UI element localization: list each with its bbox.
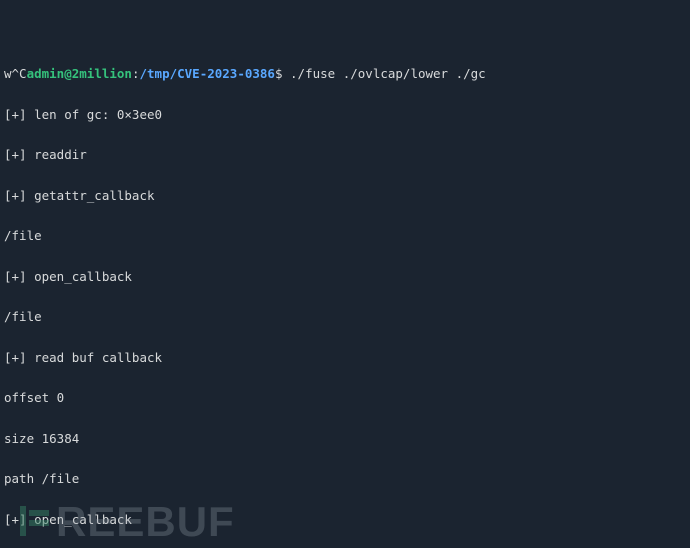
output-line: /file: [4, 229, 686, 243]
output-line: [+] open_callback: [4, 270, 686, 284]
pre-text: w^C: [4, 66, 27, 81]
prompt-symbol: $: [275, 66, 283, 81]
command-text: [283, 66, 291, 81]
prompt-path: /tmp/CVE-2023-0386: [140, 66, 275, 81]
command-text: ./fuse ./ovlcap/lower ./gc: [290, 66, 486, 81]
prompt-user: admin: [27, 66, 65, 81]
output-line: offset 0: [4, 391, 686, 405]
output-line: [+] getattr_callback: [4, 189, 686, 203]
output-line: path /file: [4, 472, 686, 486]
output-line: [+] len of gc: 0×3ee0: [4, 108, 686, 122]
prompt-at: @: [64, 66, 72, 81]
output-line: [+] readdir: [4, 148, 686, 162]
prompt-host: 2million: [72, 66, 132, 81]
output-line: /file: [4, 310, 686, 324]
output-line: size 16384: [4, 432, 686, 446]
prompt-colon: :: [132, 66, 140, 81]
output-line: [+] open_callback: [4, 513, 686, 527]
output-line: [+] read buf callback: [4, 351, 686, 365]
prompt-line-1: w^Cadmin@2million:/tmp/CVE-2023-0386$ ./…: [4, 67, 686, 81]
terminal[interactable]: w^Cadmin@2million:/tmp/CVE-2023-0386$ ./…: [0, 0, 690, 548]
